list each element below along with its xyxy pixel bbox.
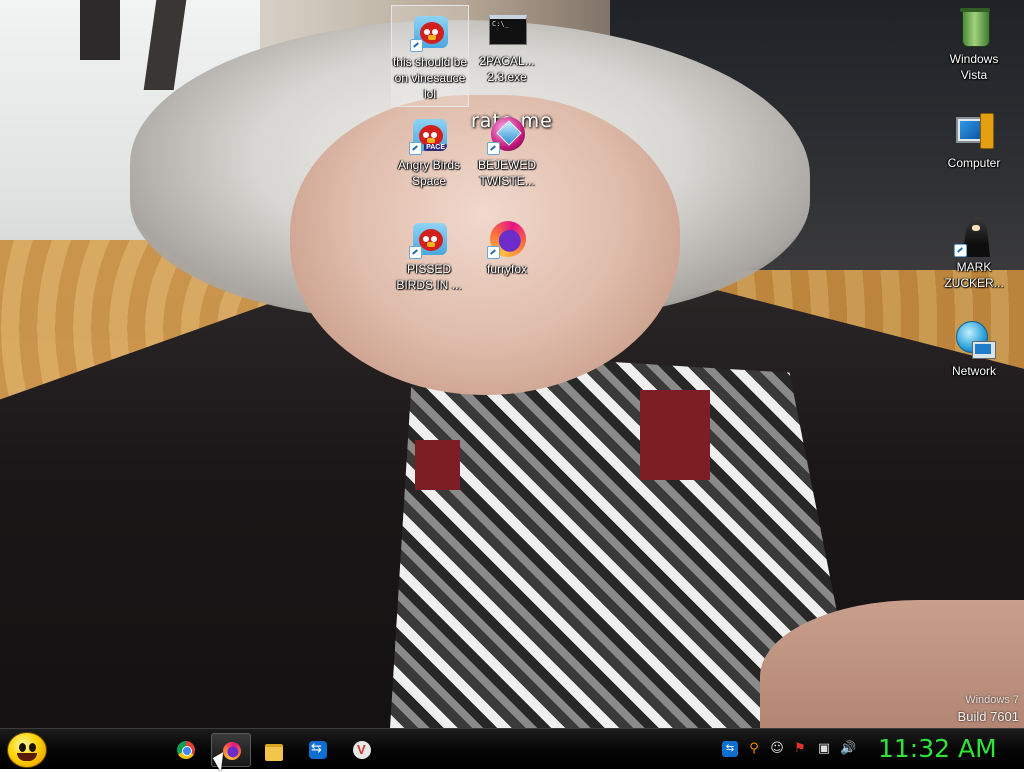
desktop-icon-2pacal[interactable]: C:\_ 2PACAL... 2.3.exe (469, 5, 545, 85)
desktop-icon-label: Angry Birds Space (397, 158, 461, 188)
console-app-icon: C:\_ (489, 15, 527, 45)
desktop-icon-label: Windows Vista (949, 52, 999, 82)
shortcut-arrow-icon (487, 142, 500, 155)
computer-tower-icon (980, 113, 994, 149)
windows-build-watermark: Windows 7 Build 7601 (958, 692, 1019, 726)
taskbar-chrome-button[interactable] (166, 733, 206, 767)
shortcut-arrow-icon (954, 244, 967, 257)
desktop-icon-mark-zucker[interactable]: MARK ZUCKER... (936, 211, 1012, 291)
desktop-icon-label: Computer (947, 156, 1001, 170)
taskbar-vivaldi-button[interactable] (342, 733, 382, 767)
desktop-icon-label: furryfox (486, 262, 527, 276)
desktop-icon-computer[interactable]: Computer (936, 107, 1012, 171)
taskbar-explorer-button[interactable] (254, 733, 294, 767)
start-button[interactable] (7, 732, 47, 768)
watermark-build: Build 7601 (957, 709, 1019, 724)
monitor-icon (972, 341, 996, 359)
wallpaper-chair (80, 0, 120, 60)
vivaldi-icon (353, 741, 371, 759)
desktop-icon-recycle-bin[interactable]: Windows Vista (936, 3, 1012, 83)
shortcut-arrow-icon (410, 39, 423, 52)
folder-icon (265, 744, 283, 761)
chat-icon[interactable]: ☺ (769, 741, 785, 757)
desktop-icon-pissed-birds[interactable]: PISSED BIRDS IN ... (391, 213, 467, 293)
desktop-icon-label: Network (951, 364, 996, 378)
action-center-flag-icon[interactable]: ⚑ (792, 741, 808, 757)
desktop-icon-label: 2PACAL... 2.3.exe (479, 54, 535, 84)
taskbar-clock[interactable]: 11:32 AM (878, 733, 998, 765)
wallpaper-collar (415, 440, 460, 490)
taskbar-teamviewer-button[interactable] (298, 733, 338, 767)
recycle-bin-icon (960, 8, 990, 47)
shortcut-arrow-icon (409, 246, 422, 259)
shortcut-arrow-icon (409, 142, 422, 155)
shortcut-arrow-icon (487, 246, 500, 259)
desktop-icon-vinesauce[interactable]: this should be on vinesauce lol (391, 5, 469, 107)
teamviewer-icon (309, 741, 327, 759)
network-icon[interactable]: ▣ (816, 741, 832, 757)
desktop[interactable]: rate me this should be on vinesauce lol … (0, 0, 1024, 728)
desktop-icon-angry-birds-space[interactable]: PACE Angry Birds Space (391, 109, 467, 189)
desktop-icon-bejeweled[interactable]: BEJEWED TWISTE... (469, 109, 545, 189)
desktop-icon-label: this should be on vinesauce lol (392, 55, 468, 101)
teamviewer-icon[interactable]: ⇆ (722, 741, 738, 757)
search-icon[interactable]: ⚲ (746, 741, 762, 757)
taskbar: ⇆ ⚲ ☺ ⚑ ▣ 🔊 (0, 728, 1024, 769)
volume-icon[interactable]: 🔊 (840, 741, 856, 757)
desktop-icon-label: PISSED BIRDS IN ... (396, 262, 462, 292)
desktop-icon-furryfox[interactable]: furryfox (469, 213, 545, 277)
chrome-icon (177, 741, 195, 759)
watermark-os: Windows 7 (965, 694, 1019, 706)
wallpaper-collar (640, 390, 710, 480)
desktop-icon-label: BEJEWED TWISTE... (477, 158, 536, 188)
desktop-icon-network[interactable]: Network (936, 315, 1012, 379)
desktop-icon-label: MARK ZUCKER... (944, 260, 1004, 290)
